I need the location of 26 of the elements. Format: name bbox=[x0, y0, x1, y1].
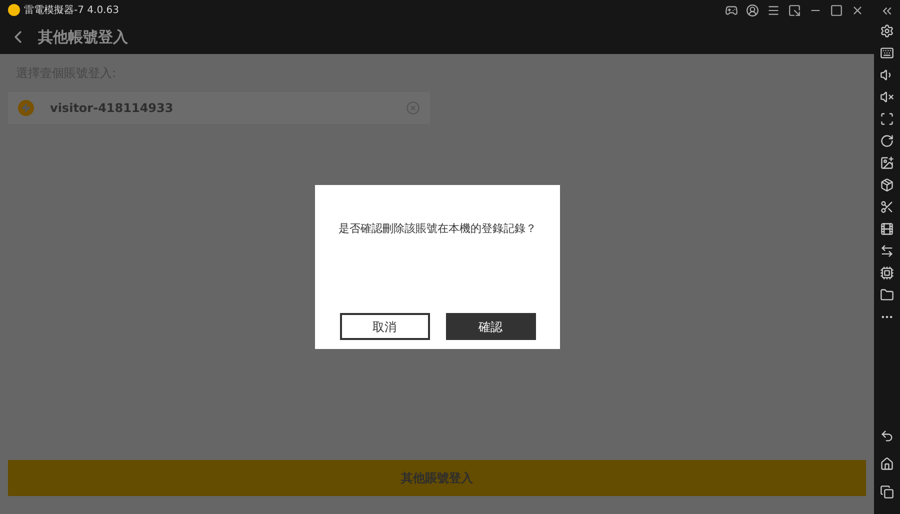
video-icon[interactable] bbox=[880, 222, 894, 236]
page-title: 其他帳號登入 bbox=[38, 26, 128, 48]
account-name: visitor-418114933 bbox=[50, 100, 174, 117]
window-title: 雷電模擬器-7 4.0.63 bbox=[24, 4, 119, 18]
back-icon[interactable] bbox=[880, 429, 894, 443]
dialog-message: 是否確認刪除該賬號在本機的登錄記錄？ bbox=[338, 221, 536, 237]
app-logo-icon bbox=[8, 4, 20, 16]
resize-icon[interactable] bbox=[788, 4, 801, 16]
confirm-button[interactable]: 確認 bbox=[446, 313, 536, 340]
menu-icon[interactable] bbox=[767, 4, 780, 16]
rotate-icon[interactable] bbox=[880, 134, 894, 148]
chip-icon[interactable] bbox=[880, 266, 894, 280]
maximize-icon[interactable] bbox=[830, 4, 843, 16]
keyboard-icon[interactable] bbox=[880, 46, 894, 60]
sync-icon[interactable] bbox=[880, 244, 894, 258]
close-icon[interactable] bbox=[851, 4, 864, 16]
screenshot-icon[interactable] bbox=[880, 112, 894, 126]
cancel-button[interactable]: 取消 bbox=[340, 313, 430, 340]
bolt-icon bbox=[18, 100, 34, 116]
settings-icon[interactable] bbox=[880, 24, 894, 38]
scissors-icon[interactable] bbox=[880, 200, 894, 214]
user-icon[interactable] bbox=[746, 4, 759, 16]
folder-icon[interactable] bbox=[880, 288, 894, 302]
home-icon[interactable] bbox=[880, 457, 894, 471]
gamepad-icon[interactable] bbox=[725, 4, 738, 16]
recent-apps-icon[interactable] bbox=[880, 485, 894, 499]
